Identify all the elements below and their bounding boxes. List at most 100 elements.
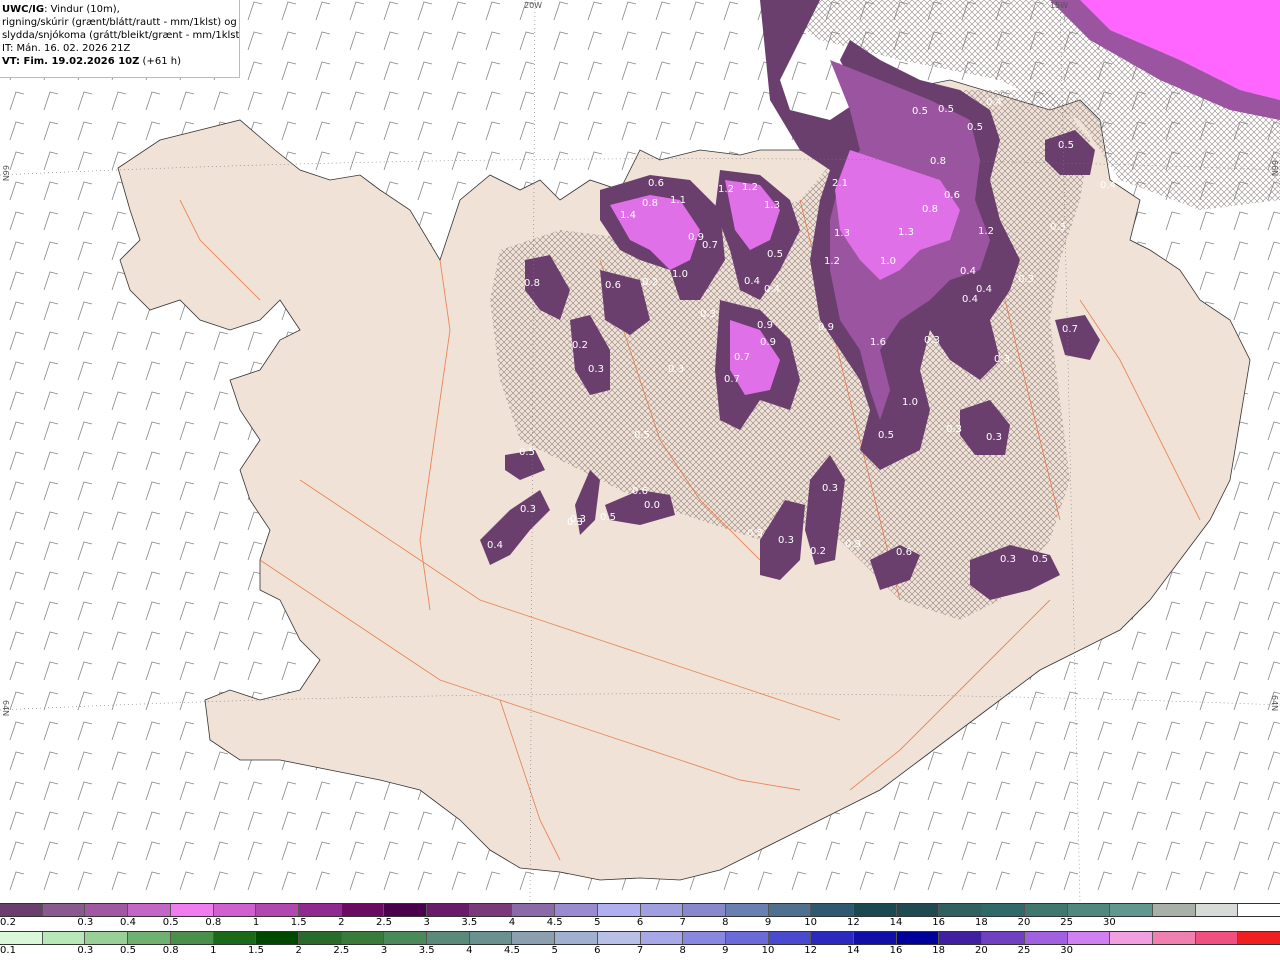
- precip-value: 0.3: [994, 354, 1010, 365]
- rain-legend-swatch: [982, 932, 1025, 944]
- precip-value: 0.4: [986, 97, 1002, 108]
- rain-legend-label: 2: [295, 945, 302, 956]
- precip-value: 1.0: [902, 397, 918, 408]
- snow-legend-label: 8: [722, 917, 729, 928]
- snow-legend-swatch: [896, 904, 940, 916]
- rain-legend-label: 16: [889, 945, 903, 956]
- snow-legend-swatch: [1238, 904, 1280, 916]
- snow-legend-label: 2: [338, 917, 345, 928]
- precip-value: 1.0: [672, 269, 688, 280]
- rain-legend-label: 25: [1017, 945, 1031, 956]
- precip-value: 0.3: [986, 432, 1002, 443]
- snow-legend-swatch: [854, 904, 897, 916]
- snow-legend-label: 0.8: [205, 917, 222, 928]
- precip-value: 0.3: [668, 364, 684, 375]
- precip-value: 0.3: [822, 483, 838, 494]
- precip-value: 0.5: [967, 122, 983, 133]
- snow-legend-swatch: [341, 904, 385, 916]
- precip-value: 0.3: [946, 424, 962, 435]
- rain-legend-swatch: [384, 932, 428, 944]
- precip-value: 0.4: [976, 284, 992, 295]
- snow-legend-swatch: [811, 904, 855, 916]
- precip-value: 0.0: [644, 500, 660, 511]
- weather-map[interactable]: 0.6 0.8 1.1 1.4 1.2 1.2 1.3 2.1 0.5 0.5 0.4 0.5 0.8 0…: [0, 0, 1280, 902]
- issue-time: IT: Mán. 16. 02. 2026 21Z: [2, 43, 131, 54]
- precip-value: 0.3: [924, 335, 940, 346]
- snow-legend-swatch: [1067, 904, 1111, 916]
- grid-label-20w: 20W: [524, 1, 543, 10]
- rain-legend-swatch: [256, 932, 299, 944]
- rain-legend-swatch: [1152, 932, 1196, 944]
- precip-value: 2.1: [832, 178, 848, 189]
- snow-legend-swatch: [683, 904, 726, 916]
- snow-legend-swatch: [597, 904, 641, 916]
- rain-legend-swatch: [42, 932, 86, 944]
- map-info-box: UWC/IG: Vindur (10m), rigning/skúrir (gr…: [0, 0, 240, 78]
- snow-legend-swatch: [1152, 904, 1196, 916]
- grid-label-66n-left: 66N: [1, 165, 10, 182]
- precip-value: 1.3: [764, 200, 780, 211]
- precip-value: 0.5: [767, 249, 783, 260]
- precip-value: 0.9: [818, 322, 834, 333]
- snow-legend-label: 30: [1102, 917, 1116, 928]
- rain-legend-label: 3.5: [418, 945, 435, 956]
- rain-legend-swatch: [640, 932, 684, 944]
- snow-legend-swatch: [725, 904, 769, 916]
- precip-value: 0.7: [1062, 324, 1078, 335]
- snow-legend-label: 5: [594, 917, 601, 928]
- snow-legend-label: 12: [846, 917, 860, 928]
- snow-legend-label: 4: [508, 917, 516, 928]
- precip-value: 0.7: [734, 352, 750, 363]
- snow-legend-label: 7: [679, 917, 686, 928]
- snow-legend-label: 25: [1060, 917, 1074, 928]
- rain-description: rigning/skúrir (grænt/blátt/rautt - mm/1…: [2, 17, 237, 28]
- rain-legend-swatch: [1067, 932, 1111, 944]
- lead-time: (+61 h): [139, 56, 181, 67]
- snow-legend-swatch: [427, 904, 470, 916]
- rain-legend-swatch: [469, 932, 513, 944]
- rain-legend-label: 0.1: [0, 945, 16, 956]
- snow-legend-swatch: [1110, 904, 1153, 916]
- rain-legend-swatch: [0, 932, 43, 944]
- rain-legend-label: 4: [466, 945, 473, 956]
- precip-value: 0.6: [605, 280, 621, 291]
- rain-legend-label: 12: [804, 945, 818, 956]
- rain-legend-swatch: [85, 932, 129, 944]
- precip-value: 0.3: [588, 364, 604, 375]
- rain-legend-label: 5: [551, 945, 558, 956]
- precip-value: 0.3: [567, 517, 583, 528]
- snow-legend-swatch: [0, 904, 43, 916]
- precip-value: 1.3: [834, 228, 850, 239]
- precip-value: 0.3: [1050, 222, 1066, 233]
- model-name: UWC/IG: [2, 4, 45, 15]
- title-line: UWC/IG: Vindur (10m),: [2, 3, 239, 16]
- rain-legend-swatch: [1238, 932, 1280, 944]
- precip-value: 0.4: [962, 294, 978, 305]
- snow-legend-label: 6: [636, 917, 644, 928]
- precip-value: 0.3: [700, 309, 716, 320]
- precip-value: 0.4: [960, 266, 976, 277]
- precip-value: 0.4: [744, 276, 760, 287]
- snow-legend-label: 2.5: [376, 917, 392, 928]
- precip-value: 0.3: [520, 504, 536, 515]
- snow-legend-swatch: [42, 904, 86, 916]
- snow-legend-swatch: [1024, 904, 1068, 916]
- valid-time-line: VT: Fim. 19.02.2026 10Z (+61 h): [2, 55, 239, 68]
- snow-legend-label: 0.4: [120, 917, 136, 928]
- rain-legend-swatch: [1195, 932, 1239, 944]
- precip-value: 0.5: [1058, 140, 1074, 151]
- rain-legend-label: 0.3: [77, 945, 94, 956]
- precip-value: 0.9: [760, 337, 776, 348]
- snow-legend-swatch: [256, 904, 299, 916]
- grid-label-15w: 15W: [1050, 1, 1069, 10]
- rain-legend-label: 9: [722, 945, 729, 956]
- rain-legend-swatch: [512, 932, 556, 944]
- rain-legend-swatch: [555, 932, 598, 944]
- rain-legend-label: 1.5: [248, 945, 264, 956]
- rain-legend-swatch: [341, 932, 385, 944]
- rain-legend-swatch: [811, 932, 855, 944]
- rain-legend-swatch: [939, 932, 983, 944]
- rain-legend-label: 30: [1060, 945, 1074, 956]
- rain-legend-swatch: [597, 932, 641, 944]
- precip-value: 0.4: [487, 540, 503, 551]
